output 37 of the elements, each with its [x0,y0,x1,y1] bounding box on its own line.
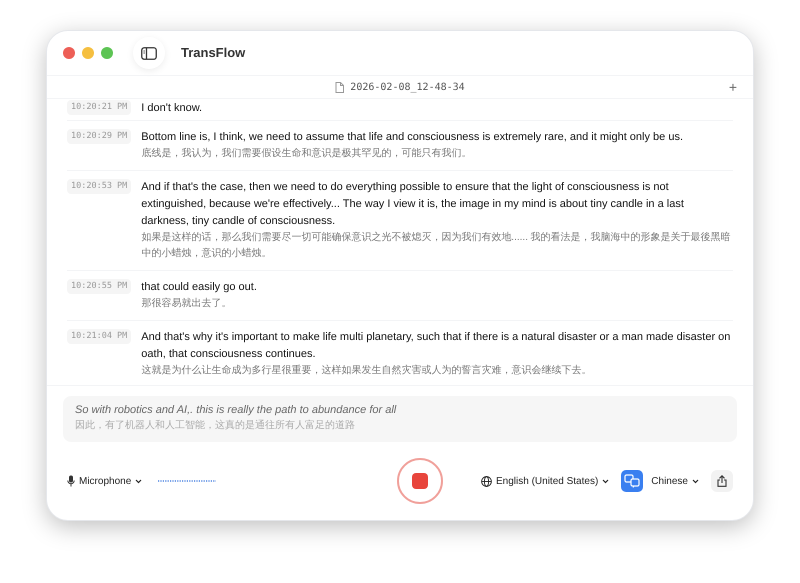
transcript-text: And if that's the case, then we need to do everything possible to ensure that the light of consciousness is not extinguished, because we're effectively... The way I view it is, the image in my mind is about tiny candle in a last darkness, tiny candle of consciousness. [141,180,685,229]
transcript-text: I don't know. [141,101,202,116]
microphone-selector[interactable]: Microphone [67,474,142,488]
live-translation-text: 因此，有了机器人和人工智能，这真的是通往所有人富足的道路 [75,418,356,433]
chevron-icon [135,478,142,484]
transcript-text: And that's why it's important to make life multi planetary, such that if there is a natural disaster or a man made disaster on oath, that consciousness continues. [141,330,732,362]
timestamp: 10:21:04 PM [67,329,132,344]
sidebar-icon [141,46,157,60]
translation-text: 那很容易就出去了。 [141,296,232,311]
file-name: 2026-02-08_12-48-34 [350,80,465,94]
share-button[interactable] [711,470,733,492]
chevron-icon [692,478,699,484]
translate-icon[interactable] [621,470,644,492]
translation-text: 这就是为什么让生命成为多行星很重要，这样如果发生自然灾害或人为的誓言灾难，意识会继续下去。 [141,364,592,378]
stop-icon [412,473,428,489]
globe-icon [481,476,492,486]
timestamp: 10:20:29 PM [67,129,132,144]
transcript-text: that could easily go out. [141,280,257,295]
add-button[interactable]: + [728,76,737,98]
sidebar-toggle-button[interactable] [133,37,165,69]
timestamp: 10:20:53 PM [67,179,132,194]
window-title: TransFlow [181,44,246,62]
timestamp: 10:20:21 PM [67,100,132,115]
close-button[interactable] [63,47,75,59]
zoom-button[interactable] [101,47,113,59]
translation-text: 底线是，我认为，我们需要假设生命和意识是极其罕见的，可能只有我们。 [141,146,472,161]
record-button[interactable] [397,458,443,504]
document-icon [335,82,344,92]
chevron-icon [602,478,610,484]
timestamp: 10:20:55 PM [67,279,132,294]
share-icon [717,475,727,487]
live-caption-text: So with robotics and AI,. this is really the path to abundance for all [75,403,398,418]
translation-text: 如果是这样的话，那么我们需要尽一切可能确保意识之光不被熄灭，因为我们有效地...... 我的看法是，我脑海中的形象是关于最後黑暗中的小蜡烛，意识的小蜡烛。 [141,230,732,261]
source-language-selector[interactable]: English (United States) [481,474,610,488]
target-language-selector[interactable]: Chinese [651,474,699,488]
transcript-text: Bottom line is, I think, we need to assume that life and consciousness is extremely rare, and it might only be us. [141,130,684,145]
microphone-icon [67,475,75,487]
